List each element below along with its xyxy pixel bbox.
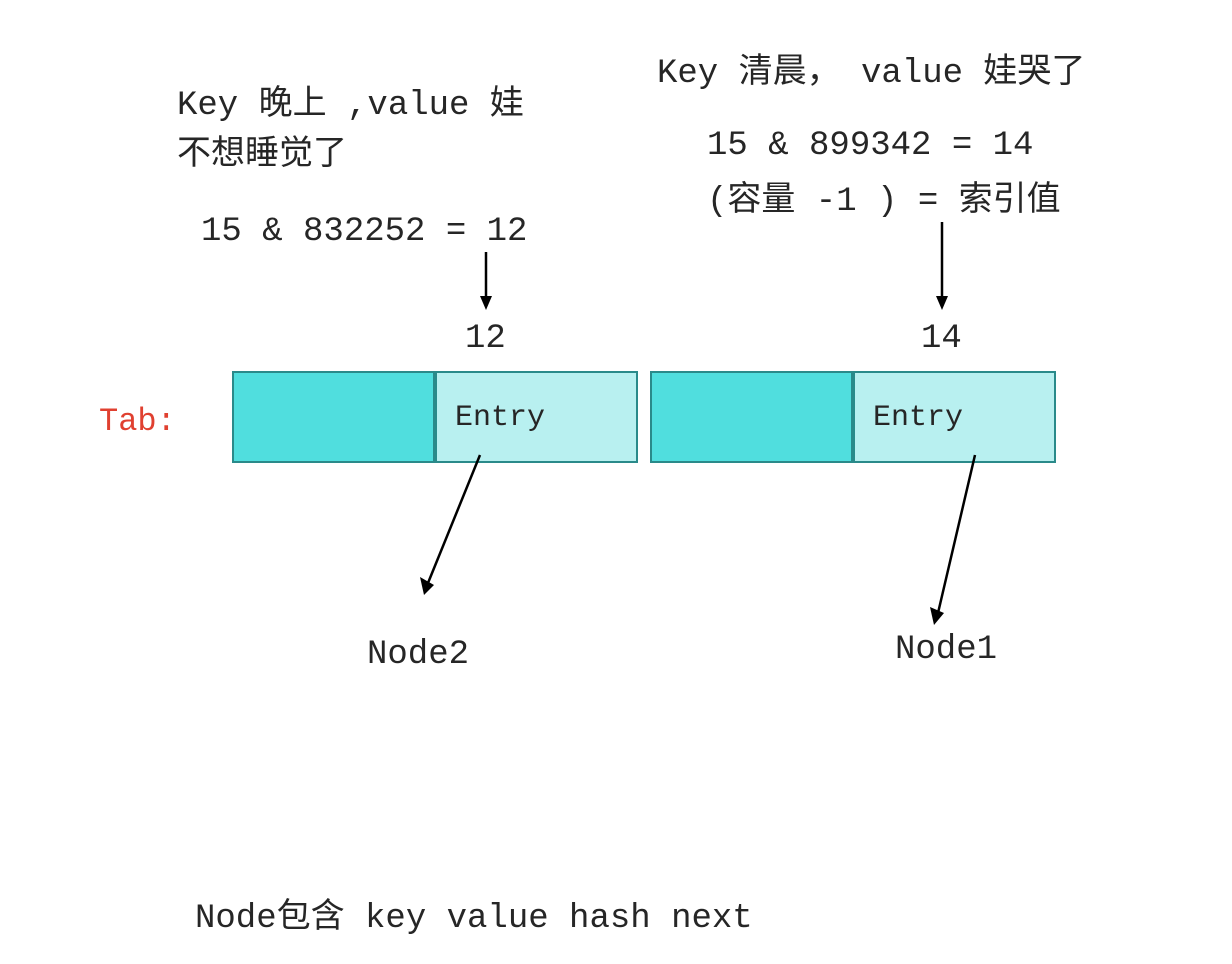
right-kv-line1: Key 清晨， value 娃哭了 <box>657 50 1085 99</box>
entry-label-12: Entry <box>455 401 545 435</box>
arrow-right-to-index <box>936 222 956 310</box>
slot-left-dark <box>232 371 435 463</box>
tab-label: Tab: <box>99 400 176 445</box>
arrow-entry14-to-node1 <box>930 455 990 625</box>
left-kv-line2: 不想睡觉了 <box>177 132 347 181</box>
slot-14-entry: Entry <box>853 371 1056 463</box>
entry-label-14: Entry <box>873 401 963 435</box>
slot-12-entry: Entry <box>435 371 638 463</box>
footer-note: Node包含 key value hash next <box>195 895 753 944</box>
arrow-entry12-to-node2 <box>420 455 500 595</box>
left-index-label: 12 <box>465 315 506 364</box>
arrow-left-to-index <box>480 252 500 310</box>
node2-label: Node2 <box>367 631 469 680</box>
right-index-label: 14 <box>921 315 962 364</box>
right-formula: (容量 -1 ) = 索引值 <box>707 178 1061 227</box>
slot-mid-dark <box>650 371 853 463</box>
left-kv-line1: Key 晚上 ,value 娃 <box>177 82 524 131</box>
node1-label: Node1 <box>895 626 997 675</box>
left-hash-expr: 15 & 832252 = 12 <box>201 208 527 257</box>
right-hash-expr: 15 & 899342 = 14 <box>707 122 1033 171</box>
